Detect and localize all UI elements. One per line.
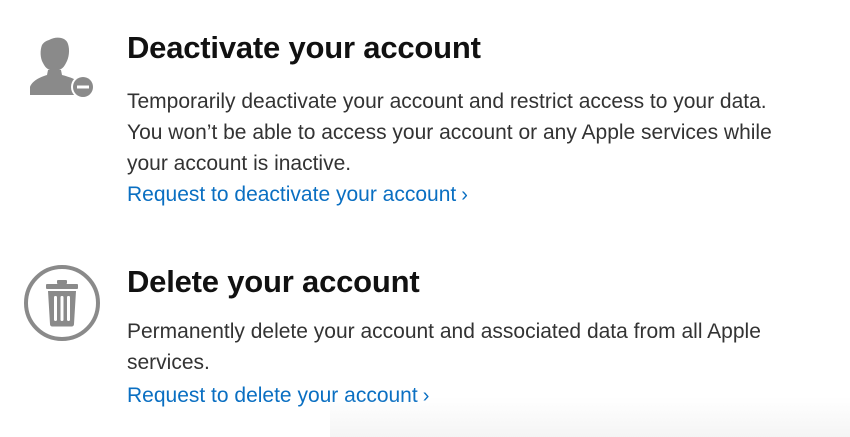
deactivate-description-line: Temporarily deactivate your account and …: [127, 90, 767, 113]
deactivate-section: Deactivate your account Temporarily deac…: [0, 0, 850, 230]
person-minus-icon: [26, 34, 98, 100]
trash-icon: [22, 263, 102, 343]
deactivate-description-line: You won’t be able to access your account…: [127, 121, 772, 144]
deactivate-description: Temporarily deactivate your account and …: [127, 86, 827, 179]
request-delete-link-label: Request to delete your account: [127, 384, 418, 407]
delete-description-line: services.: [127, 351, 210, 374]
deactivate-title: Deactivate your account: [127, 30, 481, 65]
request-delete-link[interactable]: Request to delete your account ›: [127, 384, 429, 408]
chevron-right-icon: ›: [461, 184, 468, 206]
deactivate-description-line: your account is inactive.: [127, 152, 352, 175]
delete-section: Delete your account Permanently delete y…: [0, 230, 850, 437]
request-deactivate-link-label: Request to deactivate your account: [127, 183, 457, 206]
request-deactivate-link[interactable]: Request to deactivate your account ›: [127, 183, 468, 207]
delete-description-line: Permanently delete your account and asso…: [127, 320, 761, 343]
delete-description: Permanently delete your account and asso…: [127, 316, 827, 378]
delete-title: Delete your account: [127, 264, 420, 299]
chevron-right-icon: ›: [422, 385, 430, 407]
